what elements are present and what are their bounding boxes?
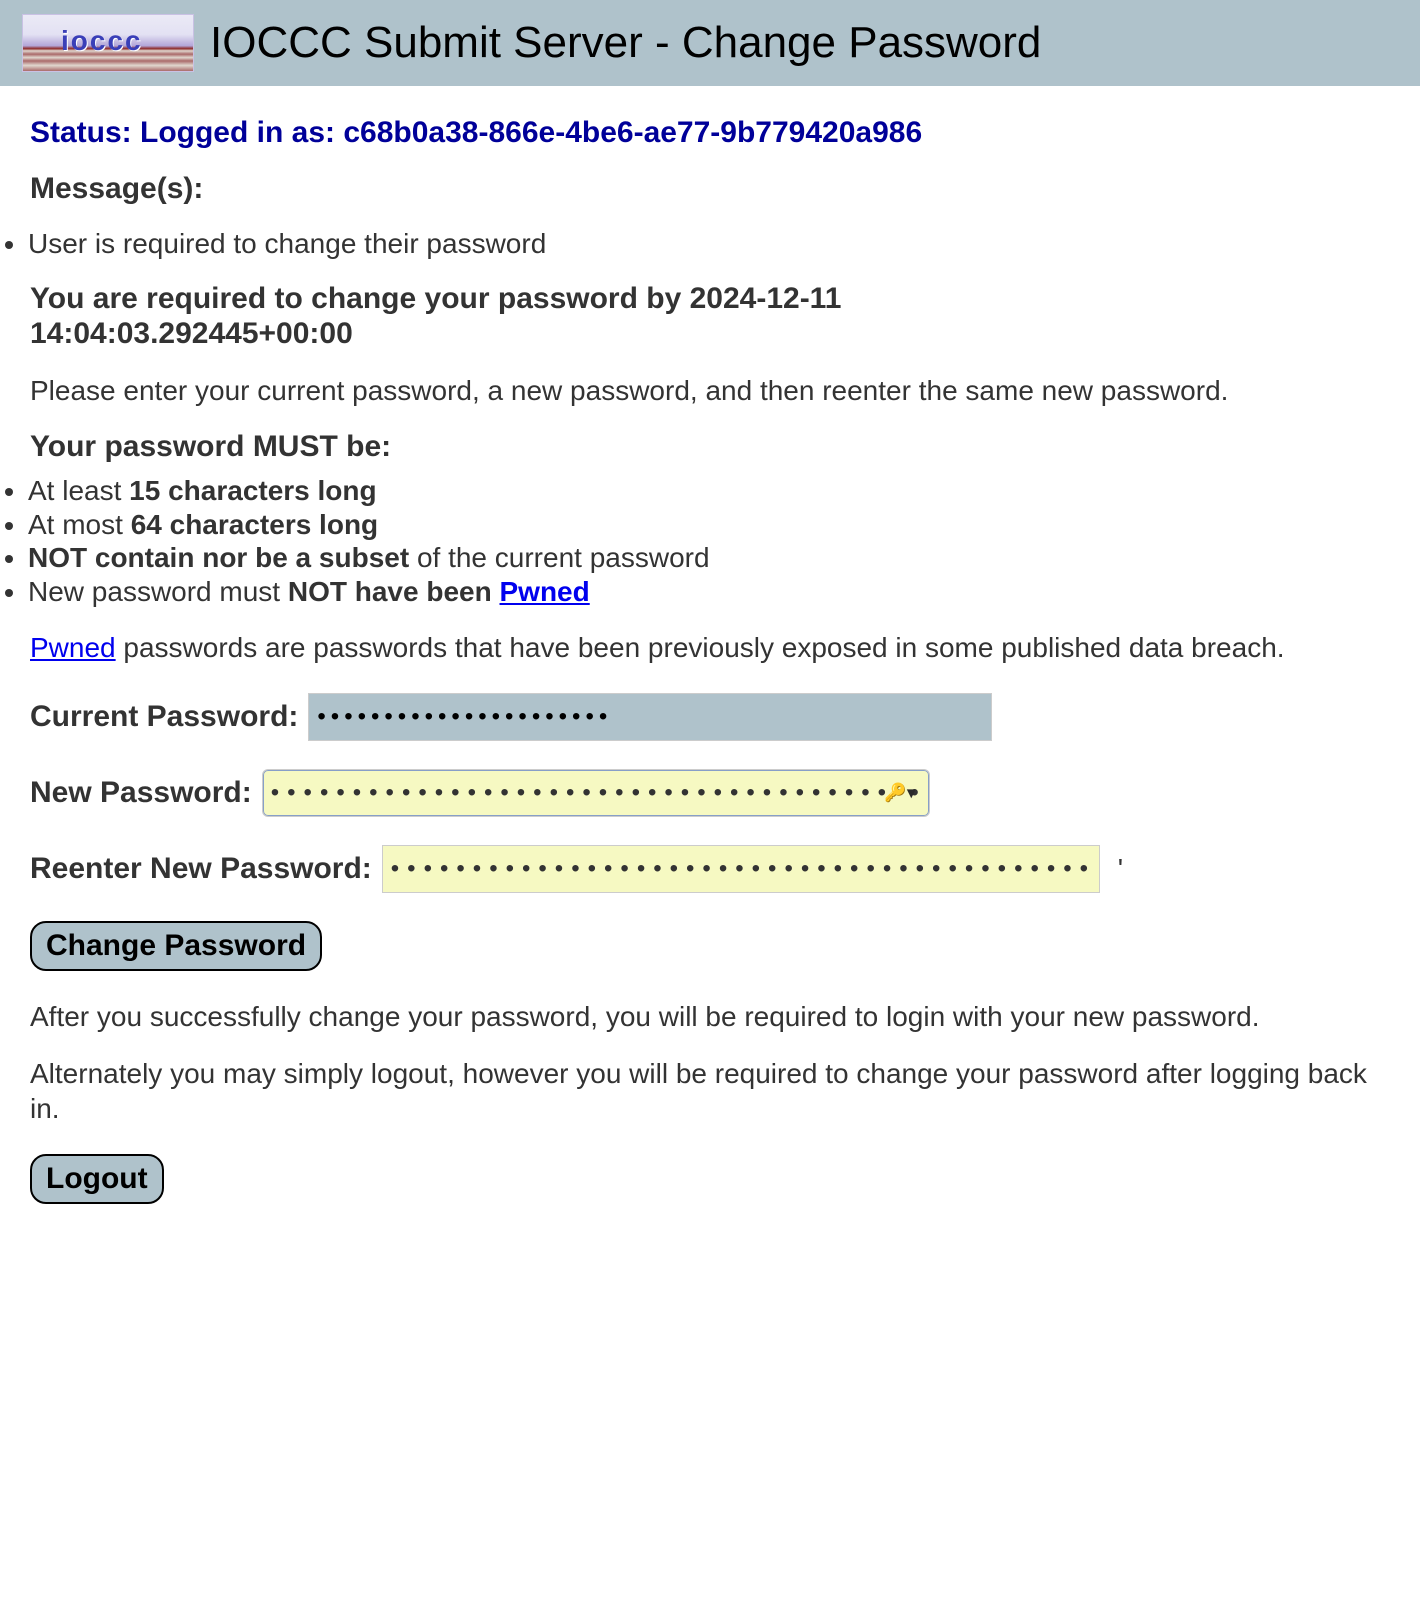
deadline-text: You are required to change your password… xyxy=(30,282,1400,351)
rule4-bold: NOT have been xyxy=(288,576,500,607)
current-password-row: Current Password: xyxy=(30,693,1400,741)
rule2-bold: 64 characters long xyxy=(131,509,378,540)
reenter-password-input[interactable] xyxy=(382,845,1100,893)
rule1-bold: 15 characters long xyxy=(129,475,376,506)
new-password-input[interactable] xyxy=(262,769,930,817)
rules-heading: Your password MUST be: xyxy=(30,430,1400,464)
change-password-button[interactable]: Change Password xyxy=(30,921,322,971)
messages-list: User is required to change their passwor… xyxy=(4,228,1400,260)
rule-max-length: At most 64 characters long xyxy=(28,508,1400,542)
deadline-line1: You are required to change your password… xyxy=(30,282,841,315)
pwned-link-2[interactable]: Pwned xyxy=(30,632,116,663)
main-content: Status: Logged in as: c68b0a38-866e-4be6… xyxy=(0,88,1420,1276)
status-line: Status: Logged in as: c68b0a38-866e-4be6… xyxy=(30,116,1400,150)
pwned-explain: Pwned passwords are passwords that have … xyxy=(30,630,1400,665)
instruction-text: Please enter your current password, a ne… xyxy=(30,373,1400,408)
status-user-id: c68b0a38-866e-4be6-ae77-9b779420a986 xyxy=(343,116,922,149)
rule2-prefix: At most xyxy=(28,509,131,540)
rule1-prefix: At least xyxy=(28,475,129,506)
deadline-line2: 14:04:03.292445+00:00 xyxy=(30,317,353,350)
rule-not-pwned: New password must NOT have been Pwned xyxy=(28,575,1400,609)
new-password-row: New Password: 🔑▾ xyxy=(30,769,1400,817)
reenter-password-label: Reenter New Password: xyxy=(30,852,372,886)
rule3-suffix: of the current password xyxy=(409,542,709,573)
reenter-password-row: Reenter New Password: ' xyxy=(30,845,1400,893)
current-password-input[interactable] xyxy=(308,693,992,741)
messages-heading: Message(s): xyxy=(30,172,1400,206)
message-item: User is required to change their passwor… xyxy=(28,228,1400,260)
rule-no-subset: NOT contain nor be a subset of the curre… xyxy=(28,541,1400,575)
cursor-tick: ' xyxy=(1118,853,1123,885)
header-bar: IOCCC Submit Server - Change Password xyxy=(0,0,1420,88)
rules-list: At least 15 characters long At most 64 c… xyxy=(4,474,1400,608)
page-title: IOCCC Submit Server - Change Password xyxy=(210,18,1041,68)
new-password-label: New Password: xyxy=(30,776,252,810)
after-change-text: After you successfully change your passw… xyxy=(30,999,1400,1034)
rule3-bold: NOT contain nor be a subset xyxy=(28,542,409,573)
status-prefix: Status: Logged in as: xyxy=(30,116,343,149)
rule-min-length: At least 15 characters long xyxy=(28,474,1400,508)
current-password-label: Current Password: xyxy=(30,700,298,734)
pwned-explain-text: passwords are passwords that have been p… xyxy=(116,632,1285,663)
ioccc-logo-image xyxy=(22,14,194,72)
pwned-link[interactable]: Pwned xyxy=(500,576,590,607)
logout-button[interactable]: Logout xyxy=(30,1154,164,1204)
logout-alternate-text: Alternately you may simply logout, howev… xyxy=(30,1056,1400,1126)
rule4-prefix: New password must xyxy=(28,576,288,607)
